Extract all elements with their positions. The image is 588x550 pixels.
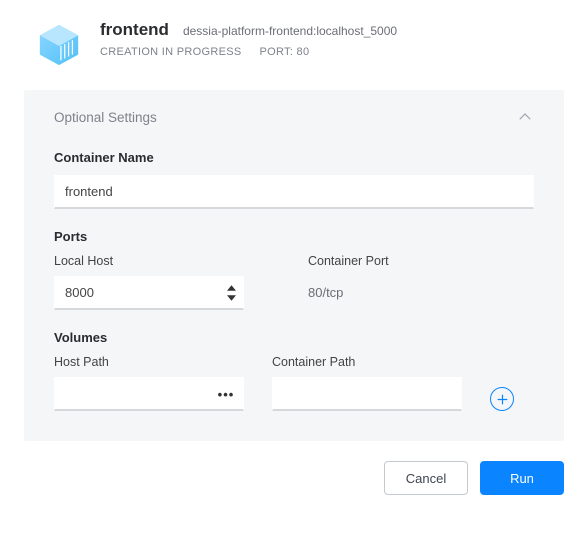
container-port-label: Container Port xyxy=(308,254,534,268)
host-path-label: Host Path xyxy=(54,355,244,369)
container-icon xyxy=(36,22,82,68)
add-volume-button[interactable] xyxy=(490,387,514,411)
header-text: frontend dessia-platform-frontend:localh… xyxy=(100,20,564,58)
container-path-input[interactable] xyxy=(272,377,462,411)
panel-title: Optional Settings xyxy=(54,110,157,125)
footer-actions: Cancel Run xyxy=(24,461,564,495)
step-down-button[interactable] xyxy=(224,293,238,303)
status-text: CREATION IN PROGRESS xyxy=(100,46,241,58)
container-name-input[interactable] xyxy=(54,175,534,209)
header: frontend dessia-platform-frontend:localh… xyxy=(24,20,564,68)
port-text: PORT: 80 xyxy=(259,46,309,58)
container-name-section: Container Name xyxy=(54,150,534,209)
local-host-input[interactable] xyxy=(54,276,244,310)
app-title: frontend xyxy=(100,20,169,40)
browse-button[interactable]: ••• xyxy=(214,377,238,411)
run-button[interactable]: Run xyxy=(480,461,564,495)
local-host-label: Local Host xyxy=(54,254,280,268)
ports-section: Ports Local Host Containe xyxy=(54,229,534,310)
volumes-section: Volumes Host Path ••• Container Path xyxy=(54,330,534,411)
cancel-button[interactable]: Cancel xyxy=(384,461,468,495)
ports-label: Ports xyxy=(54,229,534,244)
image-reference: dessia-platform-frontend:localhost_5000 xyxy=(183,24,397,38)
container-path-label: Container Path xyxy=(272,355,462,369)
ellipsis-icon: ••• xyxy=(218,387,235,402)
container-name-label: Container Name xyxy=(54,150,534,165)
panel-header[interactable]: Optional Settings xyxy=(54,106,534,142)
stepper-icon xyxy=(224,276,238,310)
volumes-label: Volumes xyxy=(54,330,534,345)
step-up-button[interactable] xyxy=(224,283,238,293)
optional-settings-panel: Optional Settings Container Name Ports L… xyxy=(24,90,564,441)
container-port-value: 80/tcp xyxy=(308,276,534,310)
chevron-up-icon xyxy=(516,108,534,126)
